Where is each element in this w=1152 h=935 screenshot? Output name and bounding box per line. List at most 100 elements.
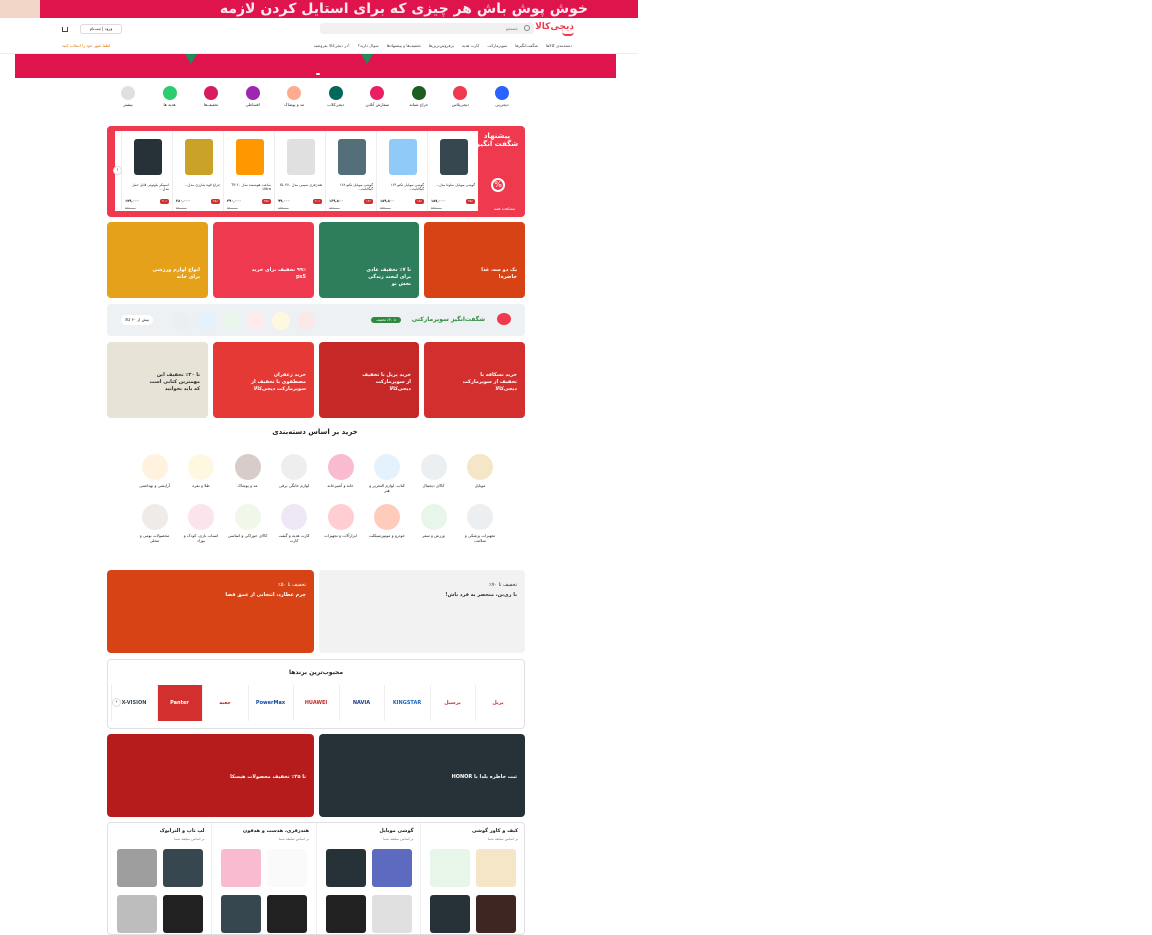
product-image[interactable] (116, 849, 157, 887)
brand-logo[interactable]: HUAWEI (293, 685, 338, 721)
category-item[interactable]: مد و پوشاک (228, 454, 268, 488)
brand-logo[interactable]: PowerMax (247, 685, 293, 721)
cart-icon[interactable] (62, 27, 68, 32)
category-item[interactable]: کتاب، لوازم التحریر و هنر (367, 454, 407, 493)
search-box[interactable] (320, 23, 534, 34)
category-item[interactable]: خانه و آشپزخانه (321, 454, 361, 488)
service-item[interactable]: اقساطی (235, 86, 271, 118)
logo[interactable]: دیجی‌کالا (535, 22, 574, 32)
category-item[interactable]: کالای خوراکی و اساسی (228, 504, 268, 538)
product-card[interactable]: اسپیکر بلوتوثی قابل حمل مدل... ۳۰٪ ۱۷۹,۰۰۰… (121, 131, 172, 211)
promo-banner[interactable]: خرید زعفران مصطفوی با تخفیف از سوپرمارکت… (213, 342, 314, 418)
nav-item[interactable]: کارت هدیه (462, 43, 480, 51)
supermarket-strip[interactable]: شگفت‌انگیز سوپرمارکتی تا ۳۰٪ تخفیف بیش ا… (107, 304, 525, 336)
recommendation-column[interactable]: گوشی موبایل بر اساس سلیقه شما (315, 823, 420, 934)
product-card[interactable]: گوشی موبایل ساوتا مدل... ۳۵٪ ۱۸۷,۰۰۰ ۲۹۵,۰۰… (427, 131, 478, 211)
nav-item[interactable]: تخفیف‌ها و پیشنهادها (387, 43, 421, 51)
product-thumbnail[interactable] (297, 312, 315, 330)
nav-item[interactable]: در دیجی‌کالا بفروشید! (314, 43, 350, 51)
recommendation-column[interactable]: هندزفری، هدست و هدفون بر اساس سلیقه شما (211, 823, 315, 934)
product-image[interactable] (221, 895, 261, 933)
top-promo-banner[interactable]: خوش پوش باش هر چیزی که برای استایل کردن … (0, 0, 638, 18)
hero-banner[interactable] (15, 54, 616, 78)
recommendation-column[interactable]: لپ تاپ و الترابوک بر اساس سلیقه شما (108, 823, 211, 934)
product-image[interactable] (476, 849, 516, 887)
service-item[interactable]: دیجی‌پلاس (442, 86, 478, 118)
login-button[interactable]: ورود | ثبت‌نام (80, 24, 122, 34)
promo-banner[interactable]: تا ۲۵٪ تخفیف محصولات هیسکا (107, 734, 314, 817)
nav-item[interactable]: پرفروش‌ترین‌ها (429, 43, 454, 51)
promo-banner[interactable]: تا ۳۰٪ تخفیف این مهمترین کتابی است که با… (107, 342, 208, 418)
category-item[interactable]: لوازم خانگی برقی (274, 454, 314, 488)
product-card[interactable]: ساعت هوشمند مدل ۲۰ T9 Ultra ۴۵٪ ۳۹۰,۰۰۰ ۷۲۰… (223, 131, 274, 211)
brand-logo[interactable]: پریل (475, 685, 520, 721)
service-item[interactable]: سفارش آنلاین (359, 86, 395, 118)
product-image[interactable] (371, 895, 412, 933)
location-selector[interactable]: لطفا شهر خود را انتخاب کنید (62, 43, 110, 48)
category-item[interactable]: طلا و نقره (181, 454, 221, 488)
nav-item[interactable]: سوپرمارکت (487, 43, 507, 51)
category-item[interactable]: کارت هدیه و گیفت کارت (274, 504, 314, 543)
product-card[interactable]: هندزفری سیمی مدل ۳۷۰ XL ۲۰٪ ۹۹,۰۰۰ ۱۲۴,۰۰۰ (274, 131, 325, 211)
brand-logo[interactable]: NAVIA (338, 685, 384, 721)
promo-banner[interactable]: با ری‌بن، منحصر به فرد باش! تخفیف تا ۷۰٪ (319, 570, 525, 653)
product-image[interactable] (116, 895, 157, 933)
product-thumbnail[interactable] (222, 312, 240, 330)
product-thumbnail[interactable] (272, 312, 290, 330)
brand-logo[interactable]: جعبه (202, 685, 247, 721)
recommendation-column[interactable]: کیف و کاور گوشی بر اساس سلیقه شما (420, 823, 524, 934)
promo-banner[interactable]: ثبت خاطره بلدا با HONOR (319, 734, 525, 817)
category-item[interactable]: موبایل (460, 454, 500, 488)
product-card[interactable]: گوشی موبایل تکنو ۱۲۸ گیگابایت... ۱۲٪ ۱۶۹,۸… (325, 131, 376, 211)
chevron-left-icon[interactable]: ‹ (113, 166, 122, 175)
promo-banner[interactable]: خرید پریل با تخفیف از سوپرمارکت دیجی‌کال… (319, 342, 419, 418)
product-image[interactable] (430, 895, 470, 933)
promo-banner[interactable]: انواع لوازم ورزشی برای خانه (107, 222, 208, 298)
service-item[interactable]: دیجی‌پی (484, 86, 520, 118)
product-card[interactable]: گوشی موبایل تکنو ۱۶۴ گیگابایت... ۱۵٪ ۱۸۹,۸… (376, 131, 427, 211)
promo-banner[interactable]: خرید نسکافه با تخفیف از سوپرمارکت دیجی‌ک… (424, 342, 525, 418)
nav-item[interactable]: دسته‌بندی کالاها (546, 43, 572, 51)
category-item[interactable]: ورزش و سفر (414, 504, 454, 538)
product-image[interactable] (371, 849, 412, 887)
product-thumbnail[interactable] (197, 312, 215, 330)
product-image[interactable] (221, 849, 261, 887)
nav-item[interactable]: شگفت‌انگیزها (515, 43, 538, 51)
product-image[interactable] (476, 895, 516, 933)
category-item[interactable]: محصولات بومی و محلی (135, 504, 175, 543)
search-input[interactable] (328, 23, 518, 34)
product-image[interactable] (162, 849, 203, 887)
brand-logo[interactable]: پرسیل (429, 685, 475, 721)
product-thumbnail[interactable] (172, 312, 190, 330)
category-item[interactable]: ابزارآلات و تجهیزات (321, 504, 361, 538)
category-item[interactable]: آرایشی و بهداشتی (135, 454, 175, 488)
product-image[interactable] (325, 849, 366, 887)
product-thumbnail[interactable] (247, 312, 265, 330)
view-all-link[interactable]: مشاهده همه (494, 206, 515, 211)
supermarket-more-button[interactable]: بیش از ۴۰ کالا (121, 315, 153, 325)
service-item[interactable]: بیشتر (110, 86, 146, 118)
product-image[interactable] (430, 849, 470, 887)
product-image[interactable] (162, 895, 203, 933)
brand-logo[interactable]: KINGSTAR (384, 685, 429, 721)
service-item[interactable]: دیجی‌کلاب (318, 86, 354, 118)
product-image[interactable] (267, 849, 307, 887)
service-item[interactable]: مد و پوشاک (276, 86, 312, 118)
category-item[interactable]: کالای دیجیتال (414, 454, 454, 488)
chevron-left-icon[interactable]: ‹ (112, 698, 121, 707)
brand-logo[interactable]: Panter (156, 685, 202, 721)
product-card[interactable]: چراغ قوه شارژی مدل... ۲۸٪ ۲۸۰,۰۰۰ ۳۹۰,۰۰۰ (172, 131, 223, 211)
promo-banner[interactable]: ۹۹٪ تخفیف برای خرید ps5 (213, 222, 314, 298)
carousel-dot[interactable] (315, 73, 320, 75)
product-image[interactable] (325, 895, 366, 933)
service-item[interactable]: تخفیف‌ها (193, 86, 229, 118)
category-item[interactable]: خودرو و موتورسیکلت (367, 504, 407, 538)
service-item[interactable]: حراج شبانه (401, 86, 437, 118)
category-item[interactable]: اسباب بازی، کودک و نوزاد (181, 504, 221, 543)
category-item[interactable]: تجهیزات پزشکی و سلامت (460, 504, 500, 543)
product-image[interactable] (267, 895, 307, 933)
service-item[interactable]: هدیه ها (152, 86, 188, 118)
promo-banner[interactable]: یک دو سه، غذا حاضره! (424, 222, 525, 298)
promo-banner[interactable]: تا ۷٪ تخفیف عادی برای لبخند زندگی بخش تو (319, 222, 419, 298)
promo-banner[interactable]: چرم عطارد، انتخابی از عمق فضا تخفیف تا ۵۰… (107, 570, 314, 653)
